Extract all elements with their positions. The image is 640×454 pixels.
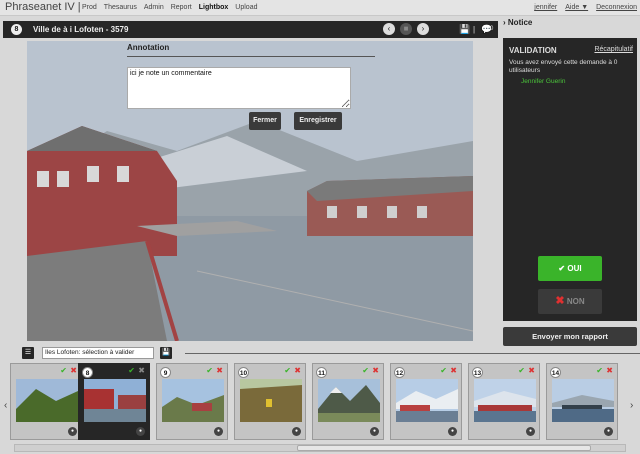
cross-icon[interactable]: ✖ xyxy=(372,366,379,375)
chevron-right-icon[interactable]: › xyxy=(503,18,506,27)
validation-message: Vous avez envoyé cette demande à 0 utili… xyxy=(509,59,618,74)
record-number: 8 xyxy=(11,24,22,35)
thumbnail-item[interactable]: 9 ✔ ✖ ● xyxy=(156,363,228,440)
check-icon[interactable]: ✔ xyxy=(362,366,369,375)
thumbnail-number: 9 xyxy=(160,367,171,378)
zoom-icon[interactable]: ● xyxy=(136,427,145,436)
approve-button[interactable]: ✔ OUI xyxy=(538,256,602,281)
participant-user: Jennifer Guerin xyxy=(521,78,566,85)
zoom-icon[interactable]: ● xyxy=(448,427,457,436)
scrollbar-thumb[interactable] xyxy=(297,445,591,451)
check-icon[interactable]: ✔ xyxy=(60,366,67,375)
notice-title: Notice xyxy=(507,18,533,27)
strip-right-arrow[interactable]: › xyxy=(630,400,633,411)
save-basket-icon[interactable]: 💾 xyxy=(160,347,172,359)
nav-admin[interactable]: Admin xyxy=(144,4,164,11)
cross-icon[interactable]: ✖ xyxy=(606,366,613,375)
thumbnail-image xyxy=(240,379,302,422)
check-icon: ✔ xyxy=(558,264,566,273)
reject-button[interactable]: ✖ NON xyxy=(538,289,602,314)
cross-icon[interactable]: ✖ xyxy=(138,366,145,375)
save-annotation-button[interactable]: Enregistrer xyxy=(294,112,342,130)
send-report-label: Envoyer mon rapport xyxy=(532,332,608,341)
thumbnail-item[interactable]: 11 ✔ ✖ ● xyxy=(312,363,384,440)
save-icon[interactable]: 💾 xyxy=(459,24,470,35)
close-button[interactable]: Fermer xyxy=(249,112,281,130)
divider xyxy=(185,353,640,354)
thumbnail-image xyxy=(16,379,78,422)
nav-thesaurus[interactable]: Thesaurus xyxy=(104,4,137,11)
zoom-icon[interactable]: ● xyxy=(604,427,613,436)
cross-icon[interactable]: ✖ xyxy=(528,366,535,375)
nav-prod[interactable]: Prod xyxy=(82,4,97,11)
zoom-icon[interactable]: ● xyxy=(370,427,379,436)
check-icon[interactable]: ✔ xyxy=(128,366,135,375)
thumbnail-image xyxy=(396,379,458,422)
comment-count: 0 xyxy=(490,26,494,32)
basket-bar: ☰ Iles Lofoten: sélection à valider 💾 xyxy=(20,346,640,360)
next-icon[interactable]: › xyxy=(417,23,429,35)
thumbnail-item[interactable]: 10 ✔ ✖ ● xyxy=(234,363,306,440)
play-icon[interactable]: ■ xyxy=(400,23,412,35)
previous-icon[interactable]: ‹ xyxy=(383,23,395,35)
thumbnail-number: 8 xyxy=(82,367,93,378)
user-link[interactable]: jennifer xyxy=(534,4,557,11)
send-report-button[interactable]: Envoyer mon rapport xyxy=(503,327,637,346)
app-brand: Phraseanet IV | xyxy=(5,1,81,13)
help-link[interactable]: Aide ▼ xyxy=(565,4,588,11)
logout-link[interactable]: Deconnexion xyxy=(596,4,637,11)
cross-icon[interactable]: ✖ xyxy=(216,366,223,375)
check-icon[interactable]: ✔ xyxy=(518,366,525,375)
approve-label: OUI xyxy=(567,264,582,273)
viewer-header: 8 Ville de à i Lofoten - 3579 ‹ ■ › 💾 | … xyxy=(3,21,498,38)
annotation-title: Annotation xyxy=(127,43,375,57)
notice-header: › Notice xyxy=(503,18,637,35)
thumbnail-item[interactable]: 12 ✔ ✖ ● xyxy=(390,363,462,440)
validation-panel: VALIDATION Récapitulatif Vous avez envoy… xyxy=(503,38,637,321)
thumbnail-number: 13 xyxy=(472,367,483,378)
horizontal-scrollbar[interactable] xyxy=(14,444,626,452)
thumbnail-item[interactable]: 14 ✔ ✖ ● xyxy=(546,363,618,440)
thumbnail-image xyxy=(84,379,146,422)
zoom-icon[interactable]: ● xyxy=(526,427,535,436)
check-icon[interactable]: ✔ xyxy=(596,366,603,375)
thumbnail-item[interactable]: ✔ ✖ ● xyxy=(10,363,82,440)
strip-left-arrow[interactable]: ‹ xyxy=(4,400,7,411)
check-icon[interactable]: ✔ xyxy=(206,366,213,375)
nav-report[interactable]: Report xyxy=(171,4,192,11)
summary-link[interactable]: Récapitulatif xyxy=(594,46,633,53)
thumbnail-number: 12 xyxy=(394,367,405,378)
nav-lightbox[interactable]: Lightbox xyxy=(199,4,229,11)
zoom-icon[interactable]: ● xyxy=(292,427,301,436)
basket-select[interactable]: Iles Lofoten: sélection à valider xyxy=(42,347,154,359)
thumbnail-image xyxy=(474,379,536,422)
nav-upload[interactable]: Upload xyxy=(235,4,257,11)
cross-icon[interactable]: ✖ xyxy=(450,366,457,375)
record-title: Ville de à i Lofoten - 3579 xyxy=(33,25,129,34)
zoom-icon[interactable]: ● xyxy=(214,427,223,436)
thumbnail-image xyxy=(162,379,224,422)
separator-bar: | xyxy=(473,25,476,34)
top-bar: Phraseanet IV | Prod Thesaurus Admin Rep… xyxy=(0,0,640,16)
validation-title: VALIDATION xyxy=(509,46,557,55)
thumbnail-number: 11 xyxy=(316,367,327,378)
annotation-textarea[interactable]: ici je note un commentaire xyxy=(127,67,351,109)
thumbnail-number: 14 xyxy=(550,367,561,378)
thumbnail-item[interactable]: 13 ✔ ✖ ● xyxy=(468,363,540,440)
thumbnail-number: 10 xyxy=(238,367,249,378)
cross-icon[interactable]: ✖ xyxy=(294,366,301,375)
thumbnail-image xyxy=(552,379,614,422)
user-links: jennifer Aide ▼ Deconnexion xyxy=(534,4,637,11)
check-icon[interactable]: ✔ xyxy=(440,366,447,375)
list-icon[interactable]: ☰ xyxy=(22,347,34,359)
cross-icon: ✖ xyxy=(555,295,565,307)
check-icon[interactable]: ✔ xyxy=(284,366,291,375)
main-nav: Prod Thesaurus Admin Report Lightbox Upl… xyxy=(82,4,257,11)
thumbnail-image xyxy=(318,379,380,422)
zoom-icon[interactable]: ● xyxy=(68,427,77,436)
cross-icon[interactable]: ✖ xyxy=(70,366,77,375)
thumbnail-item[interactable]: 8 ✔ ✖ ● xyxy=(78,363,150,440)
reject-label: NON xyxy=(566,297,585,306)
